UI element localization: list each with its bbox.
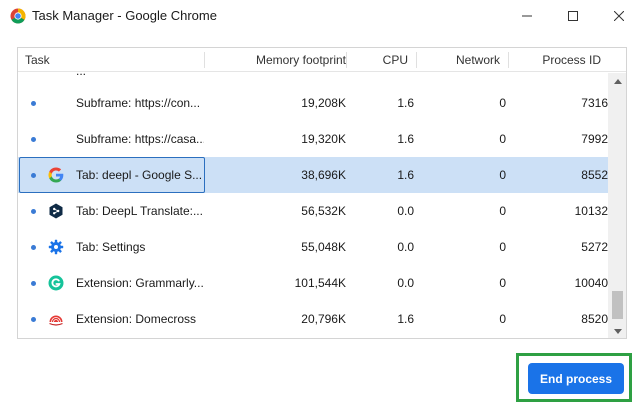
window-title: Task Manager - Google Chrome	[32, 8, 217, 23]
table-row[interactable]: Subframe: https://con... 19,208K 1.6 0 7…	[18, 85, 608, 121]
end-process-button[interactable]: End process	[528, 363, 624, 394]
grammarly-icon	[48, 275, 64, 291]
cpu-value: 1.6	[397, 168, 414, 182]
task-name: Tab: DeepL Translate:...	[76, 204, 203, 218]
task-name: Subframe: https://con...	[76, 96, 201, 110]
settings-gear-icon	[48, 239, 64, 255]
process-dot	[31, 173, 36, 178]
scroll-down-icon	[613, 328, 622, 334]
process-id-value: 10132	[574, 204, 608, 218]
minimize-button[interactable]	[504, 0, 550, 32]
table-row[interactable]: Tab: DeepL Translate:... 56,532K 0.0 0 1…	[18, 193, 608, 229]
google-g-icon	[48, 167, 64, 183]
column-separator[interactable]	[416, 52, 417, 68]
table-header: Task Memory footprint CPU Network Proces…	[18, 48, 626, 72]
table-row[interactable]: ...	[18, 73, 608, 85]
column-header-cpu[interactable]: CPU	[348, 48, 408, 72]
network-value: 0	[499, 96, 506, 110]
column-separator[interactable]	[204, 52, 205, 68]
process-dot	[31, 245, 36, 250]
cpu-value: 0.0	[397, 276, 414, 290]
scroll-up-icon	[613, 78, 622, 84]
table-row[interactable]: Extension: Domecross 20,796K 1.6 0 8520	[18, 301, 608, 337]
memory-value: 19,320K	[301, 132, 346, 146]
domecross-icon	[49, 315, 63, 326]
scrollbar-thumb[interactable]	[612, 291, 623, 319]
table-row[interactable]: Tab: Settings 55,048K 0.0 0 5272	[18, 229, 608, 265]
table-row[interactable]: Extension: Grammarly... 101,544K 0.0 0 1…	[18, 265, 608, 301]
network-value: 0	[499, 312, 506, 326]
network-value: 0	[499, 276, 506, 290]
column-separator[interactable]	[346, 52, 347, 68]
task-name: ...	[76, 73, 204, 85]
task-name: Subframe: https://casa...	[76, 132, 204, 146]
network-value: 0	[499, 168, 506, 182]
scroll-up-button[interactable]	[608, 73, 626, 89]
network-value: 0	[499, 132, 506, 146]
memory-value: 38,696K	[301, 168, 346, 182]
deepl-icon	[49, 203, 63, 219]
process-dot	[31, 317, 36, 322]
table-row-selected[interactable]: Tab: deepl - Google S... 38,696K 1.6 0 8…	[18, 157, 608, 193]
task-list: ... Subframe: https://con... 19,208K 1.6…	[18, 73, 608, 338]
memory-value: 101,544K	[294, 276, 346, 290]
task-name: Tab: Settings	[76, 240, 146, 254]
network-value: 0	[499, 240, 506, 254]
task-name: Tab: deepl - Google S...	[76, 168, 203, 182]
column-header-memory[interactable]: Memory footprint	[224, 48, 346, 72]
vertical-scrollbar[interactable]	[608, 73, 626, 338]
column-header-task[interactable]: Task	[25, 48, 50, 72]
cpu-value: 1.6	[397, 312, 414, 326]
task-table: Task Memory footprint CPU Network Proces…	[17, 47, 627, 339]
maximize-icon	[568, 11, 578, 21]
task-name: Extension: Domecross	[76, 312, 197, 326]
scroll-down-button[interactable]	[608, 323, 626, 338]
memory-value: 55,048K	[301, 240, 346, 254]
close-button[interactable]	[596, 0, 642, 32]
cpu-value: 0.0	[397, 204, 414, 218]
process-dot	[31, 209, 36, 214]
process-id-value: 5272	[581, 240, 608, 254]
chrome-icon	[10, 8, 26, 24]
cpu-value: 0.0	[397, 240, 414, 254]
table-row[interactable]: Subframe: https://casa... 19,320K 1.6 0 …	[18, 121, 608, 157]
column-separator[interactable]	[508, 52, 509, 68]
network-value: 0	[499, 204, 506, 218]
process-id-value: 10040	[574, 276, 608, 290]
cpu-value: 1.6	[397, 96, 414, 110]
cpu-value: 1.6	[397, 132, 414, 146]
memory-value: 20,796K	[301, 312, 346, 326]
process-dot	[31, 101, 36, 106]
close-icon	[614, 11, 624, 21]
process-id-value: 7992	[581, 132, 608, 146]
process-dot	[31, 137, 36, 142]
process-id-value: 7316	[581, 96, 608, 110]
maximize-button[interactable]	[550, 0, 596, 32]
memory-value: 19,208K	[301, 96, 346, 110]
memory-value: 56,532K	[301, 204, 346, 218]
process-id-value: 8552	[581, 168, 608, 182]
column-header-process-id[interactable]: Process ID	[510, 48, 601, 72]
title-bar: Task Manager - Google Chrome	[0, 0, 642, 32]
minimize-icon	[522, 15, 532, 17]
process-dot	[31, 281, 36, 286]
column-header-network[interactable]: Network	[418, 48, 500, 72]
task-name: Extension: Grammarly...	[76, 276, 204, 290]
process-id-value: 8520	[581, 312, 608, 326]
